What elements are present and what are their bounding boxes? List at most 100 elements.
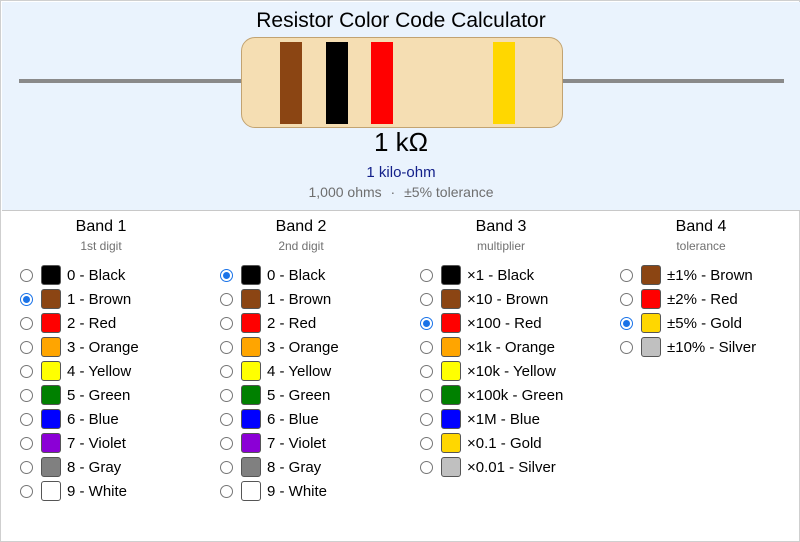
band-2-title: Band 2 [275, 218, 327, 235]
color-swatch [241, 385, 261, 405]
band-2-option[interactable]: 8 - Gray [201, 455, 401, 479]
band-1-option[interactable]: 9 - White [1, 479, 201, 503]
radio-button[interactable] [20, 412, 33, 426]
radio-button[interactable] [620, 340, 633, 354]
band-1-option[interactable]: 7 - Violet [1, 431, 201, 455]
radio-button[interactable] [220, 460, 233, 474]
radio-button[interactable] [220, 292, 233, 306]
option-label: ±2% - Red [667, 290, 738, 308]
radio-button[interactable] [20, 460, 33, 474]
band-1-option[interactable]: 4 - Yellow [1, 359, 201, 383]
band-1-option[interactable]: 6 - Blue [1, 407, 201, 431]
radio-button[interactable] [220, 412, 233, 426]
radio-button[interactable] [220, 436, 233, 450]
band-2-option[interactable]: 0 - Black [201, 263, 401, 287]
separator-dot: · [390, 184, 396, 200]
radio-button[interactable] [420, 388, 433, 402]
band-2-option[interactable]: 9 - White [201, 479, 401, 503]
color-swatch [41, 457, 61, 477]
band-4-option[interactable]: ±1% - Brown [601, 263, 800, 287]
band-2-option[interactable]: 4 - Yellow [201, 359, 401, 383]
radio-button[interactable] [20, 436, 33, 450]
color-swatch [41, 433, 61, 453]
radio-button[interactable] [420, 436, 433, 450]
radio-selected[interactable] [220, 268, 233, 282]
radio-button[interactable] [20, 340, 33, 354]
radio-button[interactable] [620, 268, 633, 282]
band-2-option[interactable]: 6 - Blue [201, 407, 401, 431]
band-1-option[interactable]: 8 - Gray [1, 455, 201, 479]
radio-button[interactable] [420, 460, 433, 474]
band-2-option[interactable]: 5 - Green [201, 383, 401, 407]
resistance-detail: 1,000 ohms · ±5% tolerance [2, 184, 800, 200]
band-2-option[interactable]: 7 - Violet [201, 431, 401, 455]
option-label: 7 - Violet [267, 434, 326, 452]
band-2-option[interactable]: 2 - Red [201, 311, 401, 335]
color-swatch [441, 409, 461, 429]
option-label: 3 - Orange [67, 338, 139, 356]
band-3-option[interactable]: ×0.01 - Silver [401, 455, 601, 479]
band-2-option[interactable]: 1 - Brown [201, 287, 401, 311]
radio-selected[interactable] [420, 316, 433, 330]
band-3-option[interactable]: ×10 - Brown [401, 287, 601, 311]
color-swatch [241, 481, 261, 501]
color-swatch [41, 289, 61, 309]
radio-selected[interactable] [20, 292, 33, 306]
band-3-option[interactable]: ×1M - Blue [401, 407, 601, 431]
option-label: 9 - White [67, 482, 128, 500]
radio-button[interactable] [20, 364, 33, 378]
band-4-option[interactable]: ±10% - Silver [601, 335, 800, 359]
band-3-option[interactable]: ×1 - Black [401, 263, 601, 287]
radio-button[interactable] [20, 484, 33, 498]
radio-button[interactable] [420, 364, 433, 378]
band-2-column: Band 2 2nd digit 0 - Black 1 - Brown 2 - Red… [201, 218, 401, 503]
option-label: 5 - Green [67, 386, 131, 404]
radio-button[interactable] [220, 364, 233, 378]
option-label: 0 - Black [67, 266, 126, 284]
option-label: ×100 - Red [467, 314, 542, 332]
color-swatch [41, 385, 61, 405]
band-3-subtitle: multiplier [476, 239, 525, 253]
option-label: 1 - Brown [67, 290, 132, 308]
radio-button[interactable] [620, 292, 633, 306]
band-3-option[interactable]: ×1k - Orange [401, 335, 601, 359]
radio-selected[interactable] [620, 316, 633, 330]
band-3-option[interactable]: ×100k - Green [401, 383, 601, 407]
color-swatch [641, 289, 661, 309]
band-1-option[interactable]: 3 - Orange [1, 335, 201, 359]
radio-button[interactable] [220, 388, 233, 402]
band-2-option[interactable]: 3 - Orange [201, 335, 401, 359]
color-swatch [41, 361, 61, 381]
radio-button[interactable] [220, 316, 233, 330]
option-label: 9 - White [267, 482, 328, 500]
color-swatch [641, 265, 661, 285]
option-label: 6 - Blue [67, 410, 119, 428]
radio-button[interactable] [420, 340, 433, 354]
band-3-option[interactable]: ×10k - Yellow [401, 359, 601, 383]
band-1-option[interactable]: 5 - Green [1, 383, 201, 407]
band-1-option[interactable]: 1 - Brown [1, 287, 201, 311]
band-3-option[interactable]: ×100 - Red [401, 311, 601, 335]
band-3-option[interactable]: ×0.1 - Gold [401, 431, 601, 455]
radio-button[interactable] [20, 388, 33, 402]
color-swatch [441, 457, 461, 477]
option-label: ×10k - Yellow [467, 362, 556, 380]
radio-button[interactable] [20, 316, 33, 330]
radio-button[interactable] [420, 292, 433, 306]
color-swatch [241, 289, 261, 309]
band-4-option[interactable]: ±2% - Red [601, 287, 800, 311]
radio-button[interactable] [420, 268, 433, 282]
band-4-column: Band 4 tolerance ±1% - Brown ±2% - Red ±5% -… [601, 218, 800, 359]
right-lead-wire [560, 79, 784, 83]
band-1-option[interactable]: 0 - Black [1, 263, 201, 287]
band-1-title: Band 1 [75, 218, 127, 235]
radio-button[interactable] [220, 340, 233, 354]
option-label: 2 - Red [67, 314, 117, 332]
radio-button[interactable] [220, 484, 233, 498]
page-title: Resistor Color Code Calculator [256, 9, 546, 32]
band-1-option[interactable]: 2 - Red [1, 311, 201, 335]
radio-button[interactable] [20, 268, 33, 282]
radio-button[interactable] [420, 412, 433, 426]
band-4-option[interactable]: ±5% - Gold [601, 311, 800, 335]
color-swatch [241, 409, 261, 429]
